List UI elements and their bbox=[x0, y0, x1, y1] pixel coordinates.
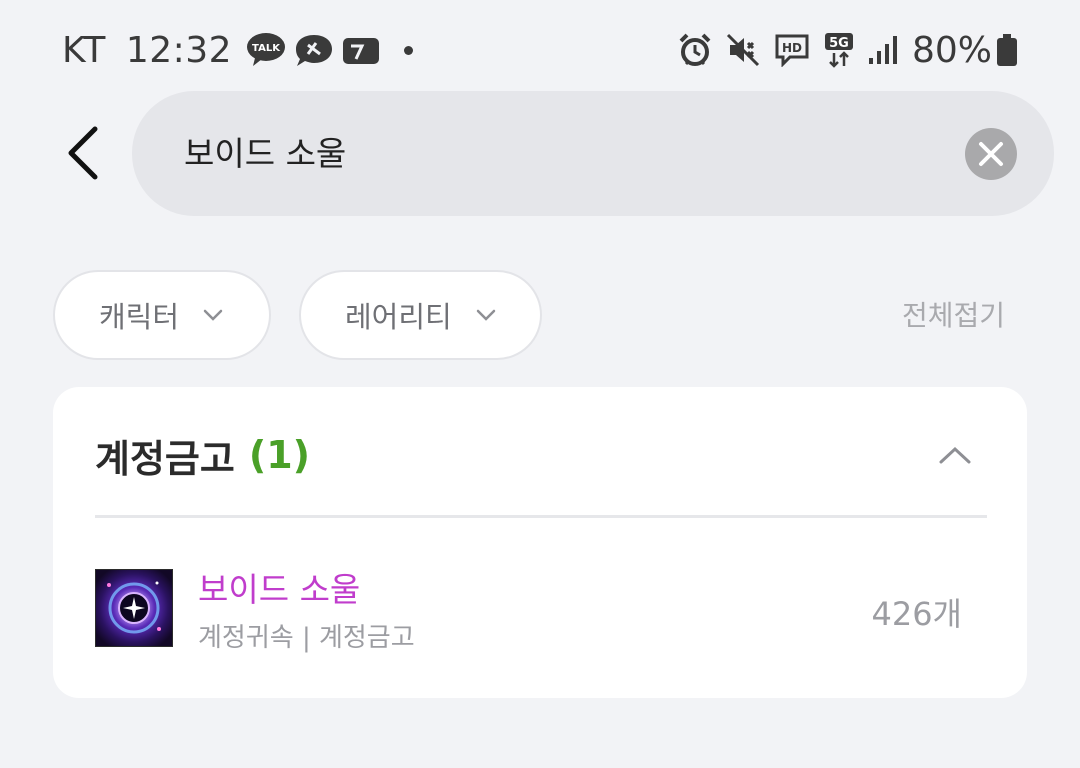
search-query[interactable]: 보이드 소울 bbox=[184, 91, 346, 216]
battery-percent: 80% bbox=[911, 29, 992, 71]
character-filter-dropdown[interactable]: 캐릭터 bbox=[53, 270, 271, 360]
notification-dot-icon bbox=[404, 45, 414, 55]
status-left: KT 12:32 TALK bbox=[62, 28, 414, 72]
clear-search-button[interactable] bbox=[965, 128, 1017, 180]
clear-icon bbox=[979, 142, 1003, 166]
collapse-all-button[interactable]: 전체접기 bbox=[902, 294, 1005, 334]
section-collapse-button[interactable] bbox=[935, 435, 975, 475]
svg-text:5G: 5G bbox=[829, 36, 849, 51]
item-name: 보이드 소울 bbox=[198, 570, 361, 609]
calendar-app-icon bbox=[342, 35, 380, 65]
storage-section-card: 계정금고 (1) 보이드 소울 계정귀속 | 계정금고 426개 bbox=[53, 387, 1027, 698]
search-input[interactable]: 보이드 소울 bbox=[132, 91, 1054, 216]
void-soul-icon bbox=[94, 568, 174, 648]
item-tags: 계정귀속 | 계정금고 bbox=[198, 623, 415, 653]
svg-text:HD: HD bbox=[782, 41, 802, 55]
signal-icon bbox=[868, 34, 900, 66]
section-header[interactable]: 계정금고 (1) bbox=[95, 425, 310, 485]
chevron-down-icon bbox=[476, 309, 496, 321]
chat-bubble-icon bbox=[294, 32, 334, 68]
chevron-down-icon bbox=[203, 309, 223, 321]
list-item[interactable]: 보이드 소울 계정귀속 | 계정금고 426개 bbox=[94, 568, 987, 653]
back-arrow-icon bbox=[68, 126, 98, 180]
chevron-up-icon bbox=[939, 446, 971, 464]
hd-voice-icon: HD bbox=[774, 33, 810, 67]
rarity-filter-dropdown[interactable]: 레어리티 bbox=[299, 270, 542, 360]
character-filter-label: 캐릭터 bbox=[99, 300, 180, 334]
alarm-icon bbox=[678, 33, 712, 67]
battery-icon bbox=[996, 33, 1018, 67]
rarity-filter-label: 레어리티 bbox=[345, 300, 452, 334]
status-bar: KT 12:32 TALK HD 5G 80% bbox=[0, 0, 1080, 100]
section-count: (1) bbox=[248, 433, 311, 477]
item-quantity: 426개 bbox=[871, 595, 962, 633]
section-title: 계정금고 bbox=[95, 436, 235, 481]
kakaotalk-icon: TALK bbox=[246, 32, 286, 68]
back-button[interactable] bbox=[52, 120, 112, 186]
svg-text:TALK: TALK bbox=[252, 43, 281, 54]
clock: 12:32 bbox=[125, 29, 233, 71]
section-divider bbox=[95, 515, 987, 518]
status-right: HD 5G 80% bbox=[664, 28, 1018, 72]
mute-icon bbox=[726, 33, 760, 67]
5g-data-icon: 5G bbox=[824, 32, 854, 68]
carrier-name: KT bbox=[62, 29, 106, 71]
